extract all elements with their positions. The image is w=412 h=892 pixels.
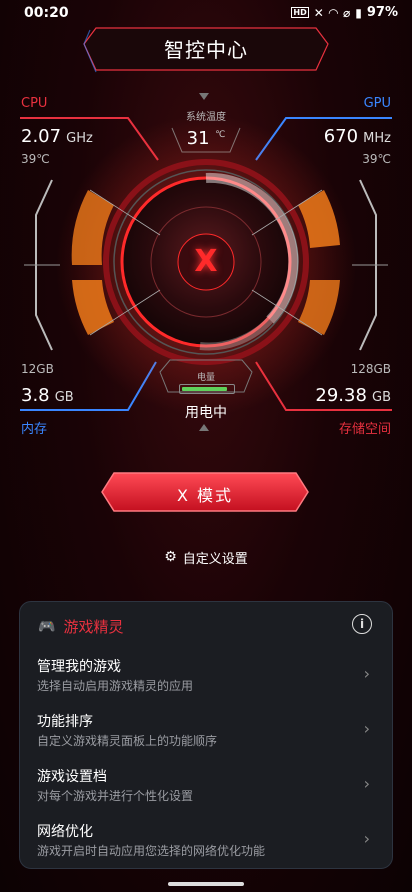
gpu-freq-value: 670: [323, 126, 359, 147]
storage-used: 29.38 GB: [315, 385, 391, 406]
chevron-right-icon: ›: [363, 719, 370, 738]
list-item-title: 网络优化: [37, 824, 93, 840]
list-item-desc: 对每个游戏并进行个性化设置: [37, 789, 194, 803]
list-item-network-optimization[interactable]: 网络优化 游戏开启时自动应用您选择的网络优化功能 ›: [20, 813, 392, 867]
list-item-manage-games[interactable]: 管理我的游戏 选择自动启用游戏精灵的应用 ›: [20, 648, 392, 702]
list-item-game-profiles[interactable]: 游戏设置档 对每个游戏并进行个性化设置 ›: [20, 758, 392, 812]
battery-label: 电量: [196, 373, 215, 383]
system-temp: 31 ℃: [156, 128, 256, 149]
list-item-title: 游戏设置档: [37, 769, 107, 785]
storage-used-unit: GB: [372, 390, 391, 405]
cpu-freq-unit: GHz: [66, 131, 93, 146]
info-icon[interactable]: i: [352, 614, 372, 634]
page-title: 智控中心: [164, 38, 248, 62]
memory-used: 3.8 GB: [21, 385, 74, 406]
system-temp-value: 31: [186, 128, 210, 149]
system-temp-unit: ℃: [215, 130, 226, 140]
list-item-title: 管理我的游戏: [37, 659, 121, 675]
storage-used-value: 29.38: [315, 385, 367, 406]
memory-used-value: 3.8: [21, 385, 50, 406]
storage-label: 存储空间: [338, 422, 391, 437]
chevron-right-icon: ›: [363, 829, 370, 848]
gpu-freq: 670 MHz: [324, 126, 391, 147]
memory-total: 12GB: [21, 362, 54, 376]
list-item-desc: 游戏开启时自动应用您选择的网络优化功能: [37, 844, 266, 858]
battery-fill: [182, 387, 227, 391]
navigation-handle[interactable]: [168, 882, 244, 886]
storage-total: 128GB: [350, 362, 391, 376]
list-item-title: 功能排序: [37, 714, 93, 730]
game-genie-header: 🎮 游戏精灵: [38, 616, 123, 637]
memory-used-unit: GB: [54, 390, 74, 405]
cpu-label: CPU: [21, 96, 48, 111]
arrow-down-icon[interactable]: [199, 93, 209, 100]
gpu-freq-unit: MHz: [363, 131, 391, 146]
list-item-desc: 自定义游戏精灵面板上的功能顺序: [37, 734, 218, 748]
rog-x-logo: X: [194, 244, 218, 279]
game-genie-card: 🎮 游戏精灵 i 管理我的游戏 选择自动启用游戏精灵的应用 › 功能排序 自定义…: [19, 601, 393, 869]
custom-settings-label: 自定义设置: [182, 551, 248, 567]
chevron-right-icon: ›: [363, 664, 370, 683]
x-mode-button[interactable]: [100, 471, 310, 513]
cpu-temp: 39℃: [21, 152, 50, 166]
gamepad-icon: 🎮: [38, 618, 56, 635]
cpu-freq-value: 2.07: [21, 126, 62, 147]
list-item-feature-order[interactable]: 功能排序 自定义游戏精灵面板上的功能顺序 ›: [20, 703, 392, 757]
battery-state: 用电中: [185, 405, 227, 421]
gear-icon: ⚙: [164, 549, 177, 565]
memory-label: 内存: [21, 422, 48, 437]
cpu-freq: 2.07 GHz: [21, 126, 93, 147]
game-genie-title: 游戏精灵: [63, 618, 124, 636]
battery-bar: [179, 384, 235, 394]
gpu-label: GPU: [363, 96, 391, 111]
gpu-temp: 39℃: [362, 152, 391, 166]
chevron-right-icon: ›: [363, 774, 370, 793]
custom-settings-button[interactable]: ⚙ 自定义设置: [146, 542, 266, 572]
arrow-up-icon[interactable]: [199, 424, 209, 431]
list-item-desc: 选择自动启用游戏精灵的应用: [37, 679, 194, 693]
system-temp-label: 系统温度: [186, 112, 226, 123]
